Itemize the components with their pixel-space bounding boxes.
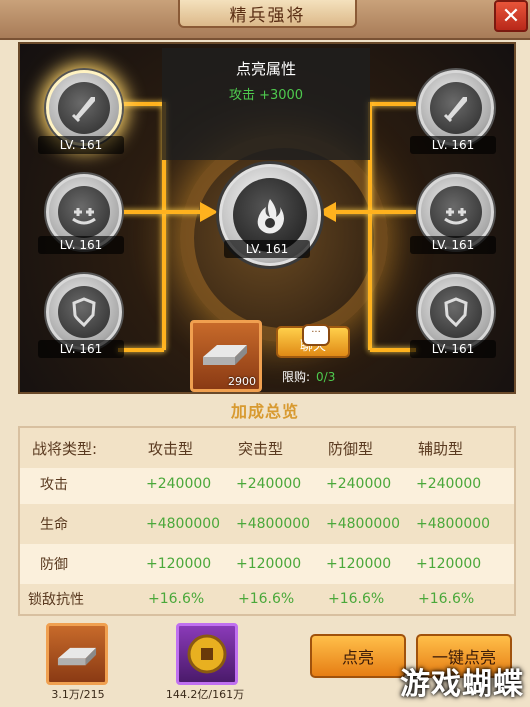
attribute-info-box: 点亮属性 攻击 +3000 bbox=[162, 48, 370, 160]
sword-icon bbox=[443, 97, 467, 123]
plus-heal-icon bbox=[444, 208, 468, 225]
table-cell: +4800000 bbox=[416, 516, 491, 532]
table-cell: +120000 bbox=[236, 556, 302, 572]
panel-title: 精兵强将 bbox=[178, 0, 357, 28]
table-cell: +240000 bbox=[146, 476, 212, 492]
row-label: 锁敌抗性 bbox=[28, 592, 84, 608]
silver-ingot-item[interactable]: 2900 bbox=[190, 320, 262, 392]
table-cell: +120000 bbox=[326, 556, 392, 572]
node-level-label: LV. 161 bbox=[38, 136, 124, 154]
purchase-limit-value: 0/3 bbox=[316, 370, 336, 384]
table-header: 辅助型 bbox=[418, 439, 464, 458]
connector-line bbox=[370, 102, 416, 106]
table-row: 防御 +120000 +120000 +120000 +120000 bbox=[20, 544, 514, 584]
coin-resource-slot[interactable] bbox=[176, 623, 238, 685]
purchase-limit: 限购: 0/3 bbox=[282, 368, 335, 385]
node-attack-right[interactable] bbox=[418, 70, 494, 146]
silver-resource-slot[interactable] bbox=[46, 623, 108, 685]
table-header: 防御型 bbox=[328, 439, 374, 458]
silver-ingot-icon bbox=[57, 647, 97, 666]
node-defense-right[interactable] bbox=[418, 274, 494, 350]
node-attack-left[interactable] bbox=[46, 70, 122, 146]
table-cell: +4800000 bbox=[326, 516, 401, 532]
row-label: 生命 bbox=[40, 517, 68, 533]
silver-resource-amount: 3.1万/215 bbox=[51, 688, 105, 701]
connector-line bbox=[118, 210, 204, 214]
table-row: 生命 +4800000 +4800000 +4800000 +4800000 bbox=[20, 504, 514, 544]
node-level-label: LV. 161 bbox=[410, 340, 496, 358]
node-defense-left[interactable] bbox=[46, 274, 122, 350]
gold-coin-icon bbox=[187, 634, 227, 674]
table-cell: +240000 bbox=[416, 476, 482, 492]
connector-line bbox=[118, 348, 164, 352]
table-cell: +120000 bbox=[416, 556, 482, 572]
sword-icon bbox=[71, 97, 95, 123]
chat-button[interactable]: ··· 聊天 bbox=[276, 324, 350, 358]
table-header: 突击型 bbox=[238, 439, 284, 458]
table-header-row: 战将类型: 攻击型 突击型 防御型 辅助型 bbox=[20, 428, 514, 468]
table-row: 攻击 +240000 +240000 +240000 +240000 bbox=[20, 464, 514, 504]
table-cell: +16.6% bbox=[328, 591, 385, 607]
close-button[interactable]: ✕ bbox=[494, 0, 528, 32]
connector-line bbox=[118, 102, 164, 106]
table-cell: +16.6% bbox=[148, 591, 205, 607]
light-button[interactable]: 点亮 bbox=[310, 634, 406, 678]
node-level-label: LV. 161 bbox=[410, 236, 496, 254]
table-cell: +16.6% bbox=[418, 591, 475, 607]
table-header: 战将类型: bbox=[32, 439, 98, 458]
attribute-value: 攻击 +3000 bbox=[228, 88, 304, 103]
table-cell: +120000 bbox=[146, 556, 212, 572]
row-label: 防御 bbox=[40, 557, 68, 573]
table-cell: +16.6% bbox=[238, 591, 295, 607]
purchase-limit-label: 限购: bbox=[282, 370, 311, 384]
table-cell: +4800000 bbox=[236, 516, 311, 532]
node-level-label: LV. 161 bbox=[38, 236, 124, 254]
elite-general-panel: 精兵强将 ✕ 点亮属性 攻击 +3000 LV. 161 LV. 161 LV.… bbox=[0, 0, 530, 707]
summary-title: 加成总览 bbox=[230, 402, 299, 421]
table-cell: +240000 bbox=[326, 476, 392, 492]
table-cell: +240000 bbox=[236, 476, 302, 492]
bonus-summary-table: 战将类型: 攻击型 突击型 防御型 辅助型 攻击 +240000 +240000… bbox=[18, 426, 516, 616]
talent-stage: 点亮属性 攻击 +3000 LV. 161 LV. 161 LV. 161 LV… bbox=[18, 42, 516, 394]
flame-icon bbox=[257, 199, 284, 234]
arrow-right-icon bbox=[200, 202, 218, 222]
shield-icon bbox=[72, 297, 96, 328]
table-cell: +4800000 bbox=[146, 516, 221, 532]
chat-bubble-icon: ··· bbox=[302, 324, 330, 346]
connector-line bbox=[330, 210, 416, 214]
table-header: 攻击型 bbox=[148, 439, 194, 458]
table-row: 锁敌抗性 +16.6% +16.6% +16.6% +16.6% bbox=[20, 584, 514, 614]
plus-heal-icon bbox=[72, 208, 96, 225]
node-level-label: LV. 161 bbox=[224, 240, 310, 258]
node-level-label: LV. 161 bbox=[38, 340, 124, 358]
coin-resource-amount: 144.2亿/161万 bbox=[165, 688, 245, 701]
shield-icon bbox=[444, 297, 468, 328]
silver-ingot-icon bbox=[203, 345, 247, 365]
attribute-title: 点亮属性 bbox=[235, 60, 296, 78]
item-count: 2900 bbox=[228, 375, 256, 388]
watermark-logo: 游戏蝴蝶 bbox=[400, 667, 524, 702]
node-level-label: LV. 161 bbox=[410, 136, 496, 154]
row-label: 攻击 bbox=[40, 477, 68, 493]
